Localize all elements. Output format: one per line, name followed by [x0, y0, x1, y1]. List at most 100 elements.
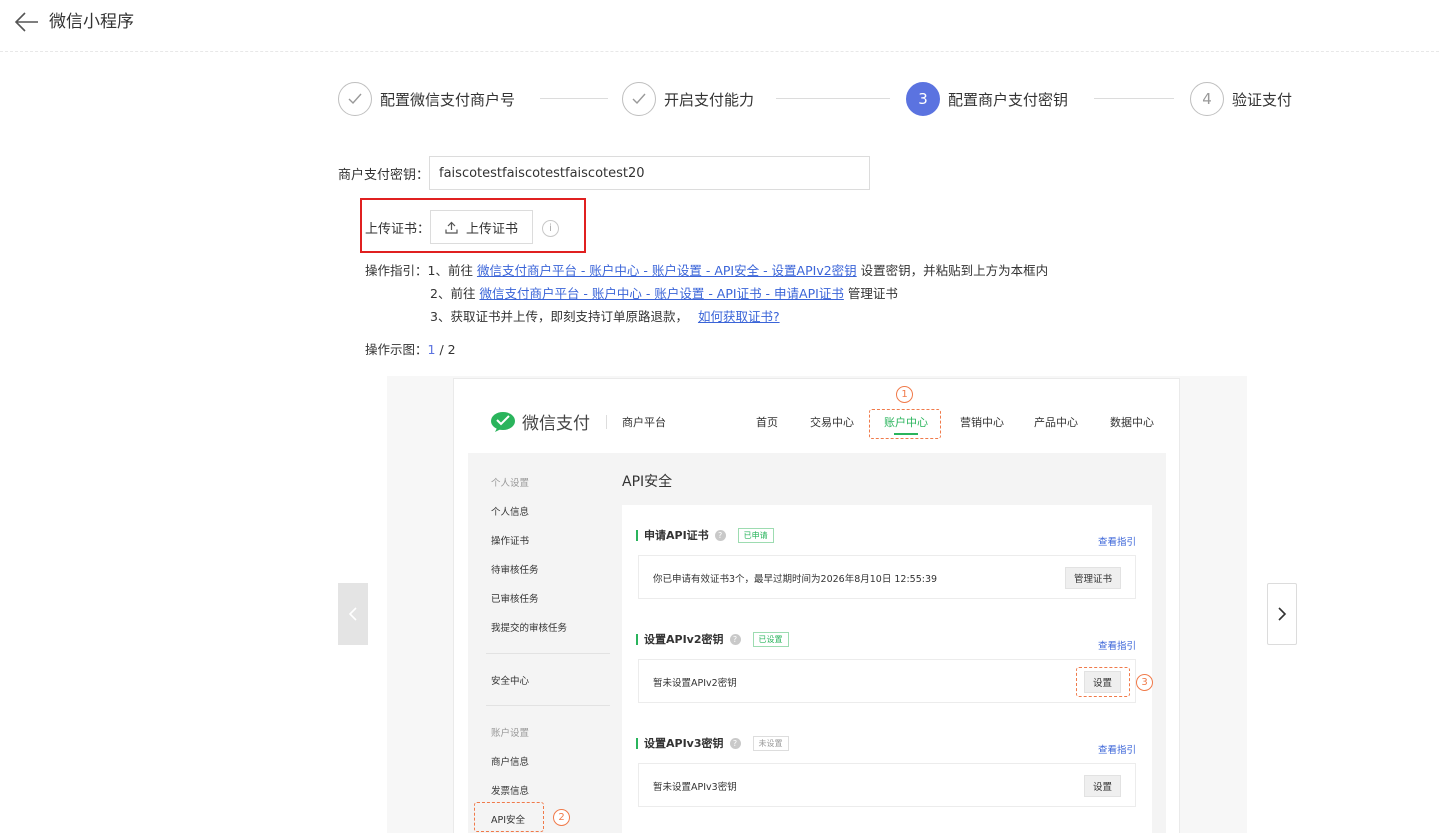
status-tag: 已申请	[737, 527, 774, 543]
status-tag: 未设置	[752, 735, 789, 751]
sidebar-divider	[486, 705, 610, 706]
upload-cert-label-text: 上传证书	[465, 221, 518, 237]
step-number: 4	[1190, 82, 1224, 116]
check-icon	[338, 82, 372, 116]
view-guide-link: 查看指引	[1097, 641, 1136, 652]
logo-text: 微信支付	[522, 414, 590, 434]
demo-label: 操作示图：	[365, 342, 428, 357]
demo-label-row: 操作示图：1 / 2	[365, 341, 456, 359]
guide-line-3: 3、获取证书并上传，即刻支持订单原路退款， 如何获取证书?	[430, 308, 780, 326]
card-title: 申请API证书 ? 已申请	[636, 527, 774, 543]
nav-item-product: 产品中心	[1034, 416, 1078, 429]
marker-3: 3	[1136, 674, 1153, 691]
chevron-left-icon	[348, 607, 357, 621]
sidebar-item: 已审核任务	[491, 594, 539, 605]
guide-line1-prefix: 1、前往	[427, 263, 473, 278]
wechat-pay-icon	[491, 411, 515, 432]
info-icon[interactable]: i	[542, 220, 559, 237]
header-divider	[606, 415, 607, 429]
sidebar-item: 我提交的审核任务	[491, 623, 568, 634]
help-icon: ?	[729, 633, 741, 645]
guide-label: 操作指引：	[365, 263, 428, 278]
step-number: 3	[906, 82, 940, 116]
view-guide-link: 查看指引	[1097, 745, 1136, 756]
step-connector	[1094, 98, 1174, 99]
upload-cert-button[interactable]: 上传证书	[430, 210, 533, 244]
merchant-key-row: 商户支付密钥：	[338, 156, 871, 190]
sidebar-item: 安全中心	[491, 676, 530, 687]
card-title: 设置APIv2密钥 ? 已设置	[636, 631, 789, 647]
merchant-key-label: 商户支付密钥：	[338, 167, 430, 183]
view-guide-link: 查看指引	[1097, 537, 1136, 548]
demo-total: 2	[447, 342, 456, 357]
nav-item-home: 首页	[756, 416, 778, 429]
guide-line2-suffix: 管理证书	[847, 286, 898, 301]
step-4: 4 验证支付	[1190, 82, 1292, 116]
demo-screenshot: 微信支付 商户平台 首页 交易中心 账户中心 营销中心 产品中心 数据中心 1 …	[453, 378, 1180, 833]
page-header: 微信小程序	[0, 0, 1439, 52]
step-connector	[540, 98, 608, 99]
card-content: 暂未设置APIv2密钥 设置	[638, 659, 1136, 703]
guide-link-cert[interactable]: 微信支付商户平台 - 账户中心 - 账户设置 - API证书 - 申请API证书	[479, 286, 843, 301]
stepper: 配置微信支付商户号 开启支付能力 3 配置商户支付密钥 4 验证支付	[338, 82, 1318, 116]
nav-item-marketing: 营销中心	[960, 416, 1004, 429]
sidebar-divider	[486, 653, 610, 654]
upload-cert-label: 上传证书：	[365, 222, 431, 237]
guide-line3-text: 3、获取证书并上传，即刻支持订单原路退款，	[430, 309, 688, 324]
card-text: 你已申请有效证书3个，最早过期时间为2026年8月10日 12:55:39	[653, 574, 938, 585]
marker-1: 1	[896, 386, 913, 403]
screenshot-sidebar: 个人设置 个人信息 操作证书 待审核任务 已审核任务 我提交的审核任务 安全中心…	[468, 453, 618, 833]
step-2: 开启支付能力	[622, 82, 754, 116]
step-label: 验证支付	[1232, 90, 1293, 109]
back-arrow-icon[interactable]	[14, 10, 40, 34]
card-content: 暂未设置APIv3密钥 设置	[638, 763, 1136, 807]
guide-link-apiv2[interactable]: 微信支付商户平台 - 账户中心 - 账户设置 - API安全 - 设置APIv2…	[477, 263, 857, 278]
sidebar-group: 账户设置	[491, 728, 530, 739]
screenshot-body: 个人设置 个人信息 操作证书 待审核任务 已审核任务 我提交的审核任务 安全中心…	[468, 453, 1166, 833]
demo-image-preview: 微信支付 商户平台 首页 交易中心 账户中心 营销中心 产品中心 数据中心 1 …	[387, 376, 1247, 833]
marker-box-api-security	[474, 802, 544, 832]
wechat-pay-logo: 微信支付	[490, 409, 590, 434]
guide-line-2: 2、前往 微信支付商户平台 - 账户中心 - 账户设置 - API证书 - 申请…	[430, 285, 898, 303]
how-to-get-cert-link[interactable]: 如何获取证书?	[698, 309, 780, 324]
nav-item-trade: 交易中心	[810, 416, 854, 429]
step-label: 配置微信支付商户号	[380, 90, 516, 109]
marker-box-set	[1076, 667, 1130, 697]
step-3: 3 配置商户支付密钥	[906, 82, 1068, 116]
step-1: 配置微信支付商户号	[338, 82, 515, 116]
demo-separator: /	[435, 342, 448, 357]
nav-item-data: 数据中心	[1110, 416, 1154, 429]
step-connector	[776, 98, 890, 99]
platform-label: 商户平台	[622, 416, 666, 429]
chevron-right-icon	[1278, 607, 1287, 621]
sidebar-item: 个人信息	[491, 507, 530, 518]
guide-line-1: 操作指引：1、前往 微信支付商户平台 - 账户中心 - 账户设置 - API安全…	[365, 262, 1048, 280]
sidebar-item: 操作证书	[491, 536, 530, 547]
guide-line2-prefix: 2、前往	[430, 286, 476, 301]
prev-image-button[interactable]	[338, 583, 368, 645]
help-icon: ?	[714, 529, 726, 541]
guide-line1-suffix: 设置密钥，并粘贴到上方为本框内	[860, 263, 1049, 278]
next-image-button[interactable]	[1267, 583, 1297, 645]
step-label: 配置商户支付密钥	[948, 90, 1069, 109]
card-title: 设置APIv3密钥 ? 未设置	[636, 735, 789, 751]
merchant-key-input[interactable]	[429, 156, 871, 190]
screenshot-page-title: API安全	[622, 474, 673, 490]
sidebar-item: 待审核任务	[491, 565, 539, 576]
upload-icon	[445, 221, 458, 234]
sidebar-item: 发票信息	[491, 786, 530, 797]
card-content: 你已申请有效证书3个，最早过期时间为2026年8月10日 12:55:39 管理…	[638, 555, 1136, 599]
help-icon: ?	[729, 737, 741, 749]
card-text: 暂未设置APIv3密钥	[653, 782, 737, 793]
marker-box-account	[869, 409, 941, 439]
set-apiv3-button: 设置	[1083, 775, 1121, 797]
manage-cert-button: 管理证书	[1064, 567, 1121, 589]
marker-2: 2	[553, 809, 570, 826]
sidebar-item: 商户信息	[491, 757, 530, 768]
card-text: 暂未设置APIv2密钥	[653, 678, 737, 689]
status-tag: 已设置	[752, 631, 789, 647]
api-security-cards: 申请API证书 ? 已申请 查看指引 你已申请有效证书3个，最早过期时间为202…	[622, 505, 1153, 833]
page-title: 微信小程序	[49, 12, 134, 32]
step-label: 开启支付能力	[664, 90, 755, 109]
sidebar-group: 个人设置	[491, 478, 530, 489]
